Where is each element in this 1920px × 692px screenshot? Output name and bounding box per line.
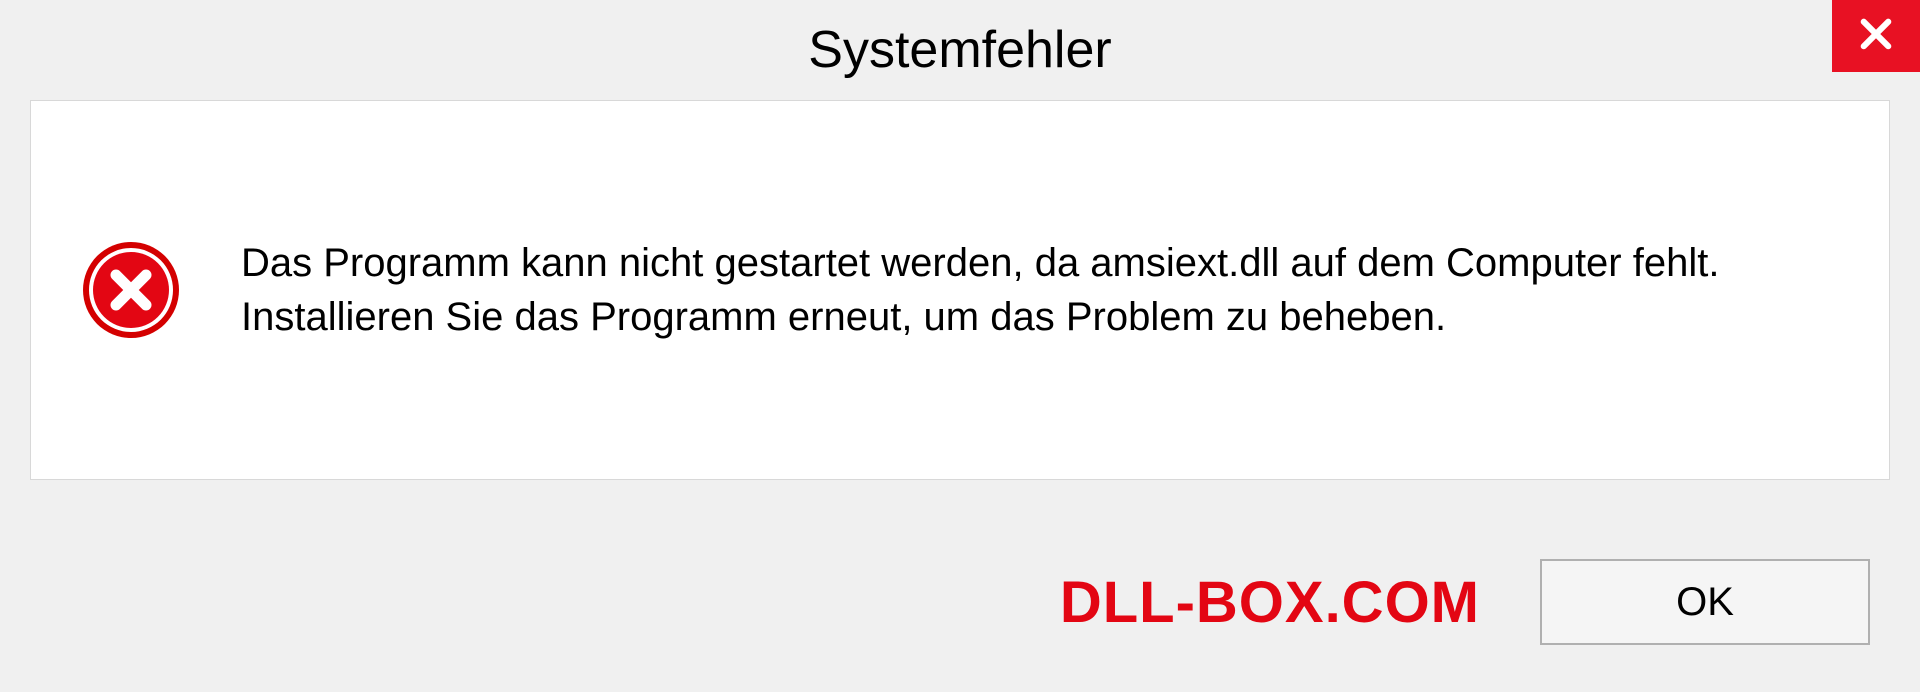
- dialog-title: Systemfehler: [808, 20, 1111, 80]
- error-icon: [81, 240, 181, 340]
- content-panel: Das Programm kann nicht gestartet werden…: [30, 100, 1890, 480]
- close-button[interactable]: [1832, 0, 1920, 72]
- dialog-footer: DLL-BOX.COM OK: [0, 512, 1920, 692]
- ok-button[interactable]: OK: [1540, 559, 1870, 645]
- close-icon: [1855, 13, 1897, 60]
- error-dialog: Systemfehler Das Programm kann nicht ges…: [0, 0, 1920, 692]
- watermark-text: DLL-BOX.COM: [1060, 569, 1480, 636]
- error-message: Das Programm kann nicht gestartet werden…: [241, 236, 1839, 344]
- titlebar: Systemfehler: [0, 0, 1920, 100]
